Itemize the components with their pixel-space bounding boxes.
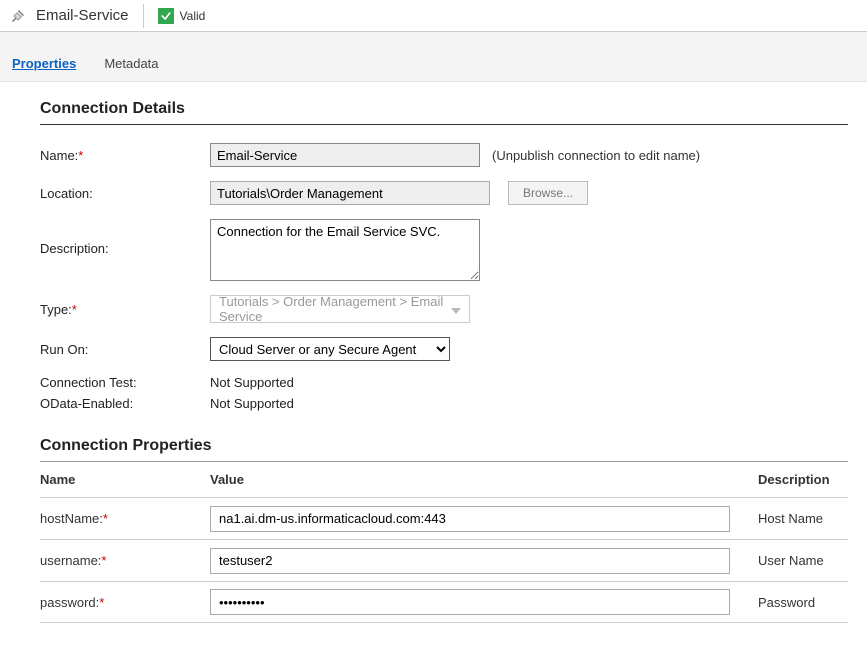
prop-desc-hostname: Host Name xyxy=(758,511,848,526)
odata-value: Not Supported xyxy=(210,396,294,411)
table-row: username:* User Name xyxy=(40,539,848,581)
col-header-value: Value xyxy=(210,472,758,487)
runon-label: Run On: xyxy=(40,342,210,357)
name-label: Name:* xyxy=(40,148,210,163)
odata-label: OData-Enabled: xyxy=(40,396,210,411)
type-select-value: Tutorials > Order Management > Email Ser… xyxy=(219,294,451,324)
prop-desc-username: User Name xyxy=(758,553,848,568)
tab-strip: Properties Metadata xyxy=(0,32,867,82)
location-input[interactable] xyxy=(210,181,490,205)
row-description: Description: Connection for the Email Se… xyxy=(40,219,867,281)
runon-select[interactable]: Cloud Server or any Secure Agent xyxy=(210,337,450,361)
connection-test-label: Connection Test: xyxy=(40,375,210,390)
chevron-down-icon xyxy=(451,302,461,317)
vertical-divider xyxy=(143,4,144,28)
connection-properties-heading: Connection Properties xyxy=(40,437,867,455)
col-header-name: Name xyxy=(40,472,210,487)
username-input[interactable] xyxy=(210,548,730,574)
connection-details-heading: Connection Details xyxy=(40,100,867,118)
row-odata: OData-Enabled: Not Supported xyxy=(40,396,867,411)
prop-desc-password: Password xyxy=(758,595,848,610)
name-input[interactable] xyxy=(210,143,480,167)
row-connection-test: Connection Test: Not Supported xyxy=(40,375,867,390)
prop-name-password: password:* xyxy=(40,595,210,610)
prop-name-username: username:* xyxy=(40,553,210,568)
col-header-description: Description xyxy=(758,472,848,487)
description-label: Description: xyxy=(40,219,210,256)
type-select[interactable]: Tutorials > Order Management > Email Ser… xyxy=(210,295,470,323)
connection-test-value: Not Supported xyxy=(210,375,294,390)
prop-name-hostname: hostName:* xyxy=(40,511,210,526)
row-type: Type:* Tutorials > Order Management > Em… xyxy=(40,295,867,323)
status-badge: Valid xyxy=(158,8,206,24)
tab-properties[interactable]: Properties xyxy=(12,56,76,81)
connection-properties-section: Connection Properties Name Value Descrip… xyxy=(40,437,867,623)
tab-metadata[interactable]: Metadata xyxy=(104,56,158,81)
location-label: Location: xyxy=(40,186,210,201)
status-label: Valid xyxy=(180,9,206,23)
table-row: hostName:* Host Name xyxy=(40,497,848,539)
section-divider xyxy=(40,124,848,125)
table-header-row: Name Value Description xyxy=(40,461,848,497)
row-name: Name:* (Unpublish connection to edit nam… xyxy=(40,143,867,167)
description-textarea[interactable]: Connection for the Email Service SVC. xyxy=(210,219,480,281)
check-icon xyxy=(158,8,174,24)
content-area: Connection Details Name:* (Unpublish con… xyxy=(0,82,867,623)
properties-table: Name Value Description hostName:* Host N… xyxy=(40,461,848,623)
row-location: Location: Browse... xyxy=(40,181,867,205)
header-bar: Email-Service Valid xyxy=(0,0,867,32)
type-label: Type:* xyxy=(40,302,210,317)
hostname-input[interactable] xyxy=(210,506,730,532)
browse-button[interactable]: Browse... xyxy=(508,181,588,205)
name-hint: (Unpublish connection to edit name) xyxy=(492,148,700,163)
page-title: Email-Service xyxy=(36,7,129,24)
table-row: password:* Password xyxy=(40,581,848,623)
plug-icon xyxy=(8,6,28,26)
row-runon: Run On: Cloud Server or any Secure Agent xyxy=(40,337,867,361)
password-input[interactable] xyxy=(210,589,730,615)
